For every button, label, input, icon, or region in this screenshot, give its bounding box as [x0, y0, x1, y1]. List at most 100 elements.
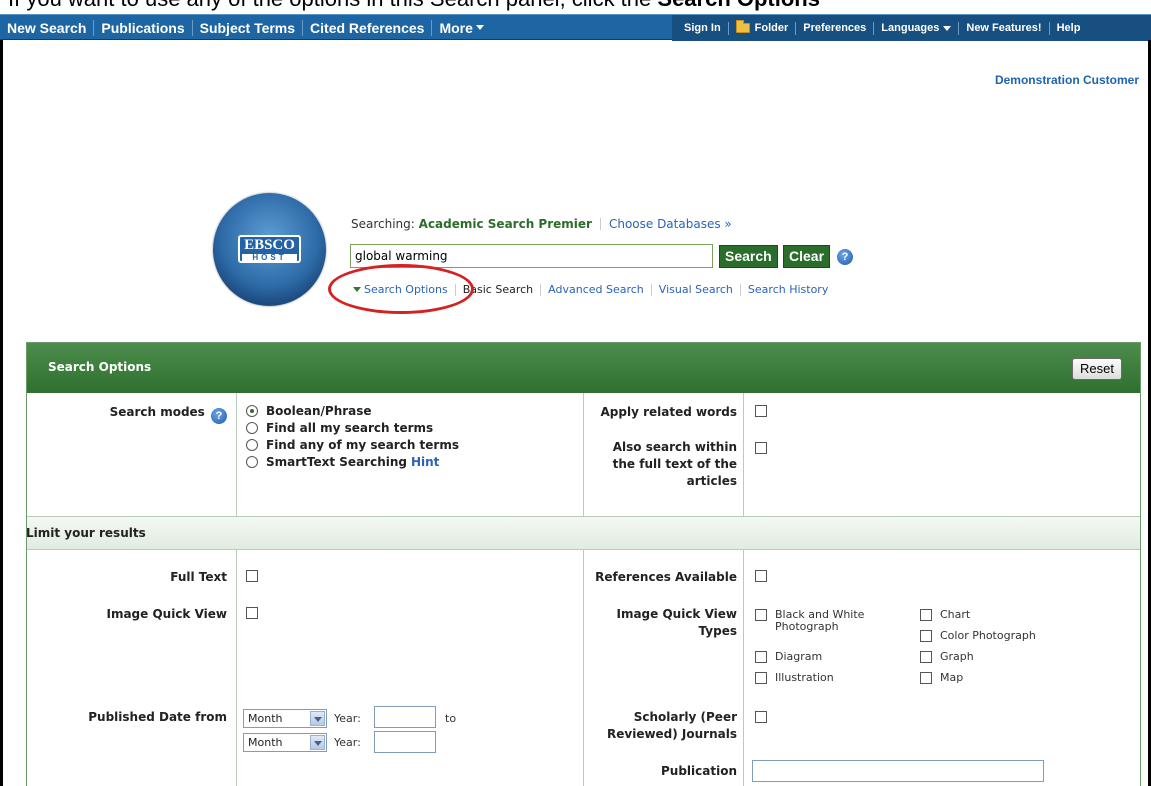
full-text-checkbox[interactable] — [246, 570, 258, 582]
column-divider — [583, 550, 584, 786]
chevron-down-icon — [475, 25, 484, 30]
column-divider — [743, 550, 744, 786]
radio-button[interactable] — [246, 422, 258, 434]
mode-option[interactable]: Find all my search terms — [246, 421, 433, 435]
panel-title: Search Options — [48, 360, 152, 374]
reset-button[interactable]: Reset — [1072, 358, 1122, 380]
nav-more[interactable]: More — [432, 20, 490, 36]
mode-label: Find all my search terms — [266, 421, 434, 435]
panel-header: Search Options Reset — [27, 343, 1140, 393]
iq-option-diagram[interactable]: Diagram — [755, 651, 822, 663]
folder-link[interactable]: Folder — [729, 20, 797, 35]
year-label: Year: — [334, 712, 361, 725]
also-search-label: Also search within the full text of the … — [612, 440, 737, 488]
column-divider — [236, 550, 237, 786]
iq-option-bw[interactable]: Black and White Photograph — [755, 609, 885, 633]
published-date-label: Published Date from — [88, 710, 227, 724]
year-from-input[interactable] — [374, 706, 436, 728]
separator — [650, 283, 652, 296]
search-links: Search Options Basic Search Advanced Sea… — [353, 283, 828, 296]
help-link[interactable]: Help — [1050, 22, 1088, 35]
search-options-link[interactable]: Search Options — [353, 283, 448, 296]
logo-text-host: HOST — [242, 254, 297, 262]
separator — [540, 283, 542, 296]
mode-label: SmartText Searching — [266, 455, 407, 469]
mode-label: Find any of my search terms — [266, 438, 459, 452]
visual-search-link[interactable]: Visual Search — [659, 283, 733, 296]
page: { "doc_line": {"prefix": "If you want to… — [0, 0, 1151, 786]
help-icon[interactable]: ? — [211, 408, 227, 424]
languages-menu[interactable]: Languages — [874, 21, 960, 35]
mode-option[interactable]: SmartText Searching Hint — [246, 455, 439, 469]
search-button[interactable]: Search — [719, 245, 778, 268]
column-divider — [236, 393, 237, 516]
checkbox[interactable] — [755, 672, 767, 684]
month-to-select[interactable]: Month — [243, 733, 327, 752]
searching-line: Searching: Academic Search Premier Choose… — [351, 217, 732, 231]
references-available-checkbox[interactable] — [755, 570, 767, 582]
iq-option-graph[interactable]: Graph — [920, 651, 974, 663]
nav-cited-references[interactable]: Cited References — [303, 20, 433, 36]
choose-databases-link[interactable]: Choose Databases » — [609, 217, 732, 231]
to-label: to — [445, 712, 457, 725]
help-icon[interactable]: ? — [837, 249, 853, 265]
instruction-text: If you want to use any of the options in… — [0, 0, 1151, 12]
year-label: Year: — [334, 736, 361, 749]
scholarly-checkbox[interactable] — [755, 711, 767, 723]
search-options-label: Search Options — [364, 283, 448, 296]
publication-input[interactable] — [752, 760, 1044, 782]
mode-option[interactable]: Find any of my search terms — [246, 438, 459, 452]
chevron-down-icon — [310, 711, 325, 726]
mode-option[interactable]: Boolean/Phrase — [246, 404, 372, 418]
iq-option-map[interactable]: Map — [920, 672, 963, 684]
sign-in-link[interactable]: Sign In — [672, 21, 729, 35]
iq-types-label: Image Quick View Types — [616, 607, 737, 638]
full-text-label: Full Text — [170, 570, 227, 584]
also-search-checkbox[interactable] — [755, 442, 767, 454]
radio-button[interactable] — [246, 439, 258, 451]
triangle-down-icon — [353, 287, 361, 292]
month-from-select[interactable]: Month — [243, 709, 327, 728]
hint-link[interactable]: Hint — [411, 455, 439, 469]
scholarly-label: Scholarly (Peer Reviewed) Journals — [607, 710, 737, 741]
iq-option-chart[interactable]: Chart — [920, 609, 970, 621]
nav-publications[interactable]: Publications — [94, 20, 193, 36]
ebscohost-logo[interactable]: EBSCO HOST — [213, 193, 326, 306]
column-divider — [743, 393, 744, 516]
folder-label: Folder — [754, 21, 789, 34]
nav-subject-terms[interactable]: Subject Terms — [193, 20, 304, 36]
search-input[interactable] — [350, 244, 713, 268]
radio-button[interactable] — [246, 456, 258, 468]
apply-related-checkbox[interactable] — [755, 405, 767, 417]
advanced-search-link[interactable]: Advanced Search — [548, 283, 644, 296]
search-options-panel: Search Options Reset Search modes ? Bool… — [26, 342, 1141, 786]
checkbox[interactable] — [920, 630, 932, 642]
new-features-link[interactable]: New Features! — [959, 21, 1050, 35]
chevron-down-icon — [310, 735, 325, 750]
checkbox[interactable] — [920, 672, 932, 684]
column-divider — [583, 393, 584, 516]
checkbox[interactable] — [920, 651, 932, 663]
chevron-down-icon — [943, 25, 952, 31]
preferences-link[interactable]: Preferences — [796, 21, 875, 35]
nav-new-search[interactable]: New Search — [0, 20, 95, 36]
image-quick-view-label: Image Quick View — [106, 607, 227, 621]
checkbox[interactable] — [755, 651, 767, 663]
references-available-label: References Available — [595, 570, 737, 584]
iq-option-color[interactable]: Color Photograph — [920, 630, 1036, 642]
checkbox[interactable] — [755, 609, 767, 621]
checkbox[interactable] — [920, 609, 932, 621]
separator — [454, 283, 456, 296]
iq-option-illustration[interactable]: Illustration — [755, 672, 834, 684]
customer-name: Demonstration Customer — [994, 73, 1139, 87]
basic-search-link[interactable]: Basic Search — [463, 283, 533, 296]
radio-button[interactable] — [246, 405, 258, 417]
clear-button[interactable]: Clear — [783, 245, 831, 268]
separator — [599, 218, 601, 230]
year-to-input[interactable] — [374, 731, 436, 753]
search-history-link[interactable]: Search History — [748, 283, 828, 296]
logo-badge: EBSCO HOST — [238, 235, 301, 263]
image-quick-view-checkbox[interactable] — [246, 607, 258, 619]
searching-label: Searching: — [351, 217, 415, 231]
languages-label: Languages — [881, 21, 940, 34]
